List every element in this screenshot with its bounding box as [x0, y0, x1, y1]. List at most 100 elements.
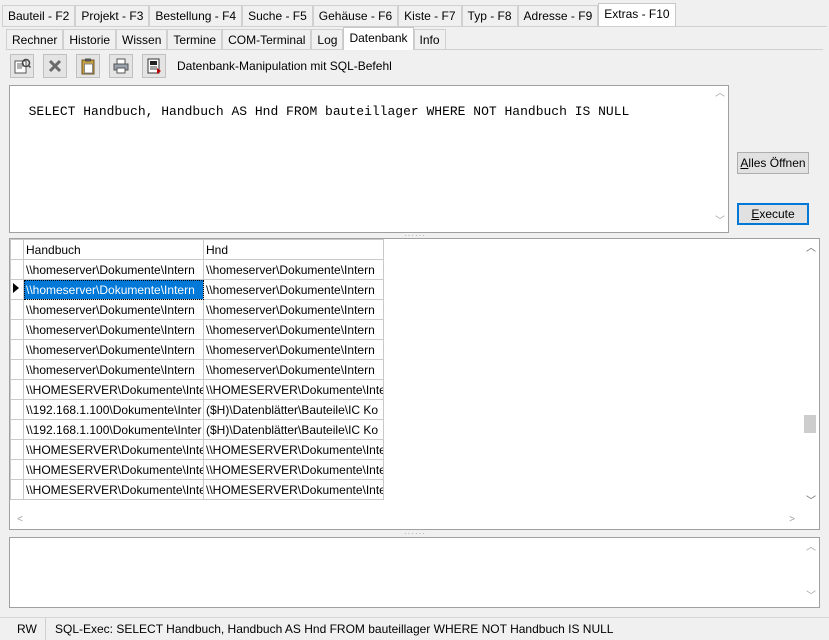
row-header[interactable]: [10, 259, 24, 280]
scroll-down-icon[interactable]: ﹀: [803, 494, 819, 510]
subtab-termine[interactable]: Termine: [167, 29, 223, 50]
table-row[interactable]: \\homeserver\Dokumente\Intern \\homeserve…: [10, 359, 384, 380]
table-row[interactable]: \\192.168.1.100\Dokumente\Inter ($H)\Date…: [10, 399, 384, 420]
subtab-log[interactable]: Log: [311, 29, 344, 50]
splitter-handle[interactable]: ······: [400, 232, 430, 240]
cell-handbuch[interactable]: \\HOMESERVER\Dokumente\Inte: [23, 439, 204, 460]
subtab-info[interactable]: Info: [413, 29, 446, 50]
cell-hnd[interactable]: \\HOMESERVER\Dokumente\Inte: [203, 479, 384, 500]
result-grid[interactable]: Handbuch Hnd \\homeserver\Dokumente\Inte…: [9, 238, 820, 530]
cell-handbuch[interactable]: \\homeserver\Dokumente\Intern: [23, 319, 204, 340]
row-header[interactable]: [10, 299, 24, 320]
tab-adresse-f9[interactable]: Adresse - F9: [517, 5, 599, 26]
cell-handbuch[interactable]: \\HOMESERVER\Dokumente\Inte: [23, 379, 204, 400]
row-header[interactable]: [10, 419, 24, 440]
export-button[interactable]: [142, 54, 166, 78]
open-all-label: lles Öffnen: [748, 156, 806, 170]
table-row[interactable]: \\homeserver\Dokumente\Intern \\homeserve…: [10, 319, 384, 340]
splitter-handle-lower[interactable]: ······: [400, 530, 430, 538]
cell-handbuch[interactable]: \\homeserver\Dokumente\Intern: [23, 279, 204, 300]
clipboard-icon: [81, 58, 95, 75]
column-header-handbuch[interactable]: Handbuch: [23, 239, 204, 260]
open-query-icon: [14, 58, 31, 74]
cell-handbuch[interactable]: \\homeserver\Dokumente\Intern: [23, 299, 204, 320]
row-header[interactable]: [10, 339, 24, 360]
subtab-wissen[interactable]: Wissen: [116, 29, 168, 50]
cell-handbuch[interactable]: \\homeserver\Dokumente\Intern: [23, 359, 204, 380]
print-button[interactable]: [109, 54, 133, 78]
cell-handbuch[interactable]: \\192.168.1.100\Dokumente\Inter: [23, 399, 204, 420]
table-row[interactable]: \\homeserver\Dokumente\Intern \\homeserve…: [10, 279, 384, 300]
sub-tab-strip: Rechner Historie Wissen Termine COM-Terminal…: [6, 27, 446, 50]
cell-hnd[interactable]: \\homeserver\Dokumente\Intern: [203, 279, 384, 300]
cell-hnd[interactable]: ($H)\Datenblätter\Bauteile\IC Ko: [203, 399, 384, 420]
table-row[interactable]: \\HOMESERVER\Dokumente\Inte \\HOMESERVER\…: [10, 479, 384, 500]
cell-handbuch[interactable]: \\HOMESERVER\Dokumente\Inte: [23, 459, 204, 480]
scroll-down-icon[interactable]: ﹀: [712, 215, 728, 231]
tab-extras-f10[interactable]: Extras - F10: [598, 3, 676, 26]
row-header[interactable]: [10, 439, 24, 460]
tab-kiste-f7[interactable]: Kiste - F7: [398, 5, 462, 26]
tab-geh-use-f6[interactable]: Gehäuse - F6: [312, 5, 399, 26]
row-header[interactable]: [10, 359, 24, 380]
scroll-down-icon[interactable]: ﹀: [803, 589, 819, 605]
row-header[interactable]: [10, 279, 24, 300]
table-row[interactable]: \\homeserver\Dokumente\Intern \\homeserve…: [10, 339, 384, 360]
scroll-right-icon[interactable]: >: [784, 512, 800, 528]
subtab-divider: [6, 49, 823, 50]
scroll-left-icon[interactable]: <: [12, 512, 28, 528]
clipboard-button[interactable]: [76, 54, 100, 78]
delete-button[interactable]: [43, 54, 67, 78]
scrollbar-thumb[interactable]: [804, 415, 816, 433]
tab-typ-f8[interactable]: Typ - F8: [461, 5, 518, 26]
column-header-hnd[interactable]: Hnd: [203, 239, 384, 260]
row-header[interactable]: [10, 399, 24, 420]
row-header[interactable]: [10, 379, 24, 400]
cell-hnd[interactable]: ($H)\Datenblätter\Bauteile\IC Ko: [203, 419, 384, 440]
grid-horizontal-scrollbar[interactable]: < >: [10, 512, 802, 529]
table-row[interactable]: \\HOMESERVER\Dokumente\Inte \\HOMESERVER\…: [10, 439, 384, 460]
row-header[interactable]: [10, 479, 24, 500]
grid-vertical-scrollbar[interactable]: ︿ ﹀: [803, 239, 819, 512]
subtab-com-terminal[interactable]: COM-Terminal: [222, 29, 312, 50]
open-query-button[interactable]: [10, 54, 34, 78]
cell-handbuch[interactable]: \\192.168.1.100\Dokumente\Inter: [23, 419, 204, 440]
result-table: Handbuch Hnd \\homeserver\Dokumente\Inte…: [10, 239, 384, 500]
tab-bauteil-f2[interactable]: Bauteil - F2: [2, 5, 76, 26]
cell-hnd[interactable]: \\HOMESERVER\Dokumente\Inte: [203, 459, 384, 480]
table-row[interactable]: \\HOMESERVER\Dokumente\Inte \\HOMESERVER\…: [10, 379, 384, 400]
grid-header-row: Handbuch Hnd: [10, 239, 384, 260]
cell-hnd[interactable]: \\homeserver\Dokumente\Intern: [203, 299, 384, 320]
execute-button[interactable]: Execute: [737, 203, 809, 225]
tab-bestellung-f4[interactable]: Bestellung - F4: [149, 5, 243, 26]
cell-hnd[interactable]: \\HOMESERVER\Dokumente\Inte: [203, 379, 384, 400]
row-header[interactable]: [10, 459, 24, 480]
open-all-button[interactable]: Alles Öffnen: [737, 152, 809, 174]
cell-hnd[interactable]: \\homeserver\Dokumente\Intern: [203, 259, 384, 280]
table-row[interactable]: \\192.168.1.100\Dokumente\Inter ($H)\Date…: [10, 419, 384, 440]
subtab-rechner[interactable]: Rechner: [6, 29, 64, 50]
row-header[interactable]: [10, 319, 24, 340]
cell-hnd[interactable]: \\homeserver\Dokumente\Intern: [203, 359, 384, 380]
table-row[interactable]: \\homeserver\Dokumente\Intern \\homeserve…: [10, 259, 384, 280]
sql-query-input[interactable]: SELECT Handbuch, Handbuch AS Hnd FROM ba…: [9, 85, 729, 233]
cell-handbuch[interactable]: \\HOMESERVER\Dokumente\Inte: [23, 479, 204, 500]
table-row[interactable]: \\homeserver\Dokumente\Intern \\homeserve…: [10, 299, 384, 320]
cell-hnd[interactable]: \\homeserver\Dokumente\Intern: [203, 319, 384, 340]
status-message: SQL-Exec: SELECT Handbuch, Handbuch AS H…: [55, 622, 614, 636]
tab-projekt-f3[interactable]: Projekt - F3: [75, 5, 150, 26]
output-vertical-scrollbar[interactable]: ︿ ﹀: [803, 538, 819, 607]
cell-hnd[interactable]: \\HOMESERVER\Dokumente\Inte: [203, 439, 384, 460]
table-row[interactable]: \\HOMESERVER\Dokumente\Inte \\HOMESERVER\…: [10, 459, 384, 480]
sql-vertical-scrollbar[interactable]: ︿ ﹀: [712, 86, 728, 232]
scroll-up-icon[interactable]: ︿: [803, 540, 819, 556]
subtab-historie[interactable]: Historie: [63, 29, 117, 50]
scroll-up-icon[interactable]: ︿: [803, 241, 819, 257]
subtab-datenbank[interactable]: Datenbank: [343, 27, 414, 50]
cell-handbuch[interactable]: \\homeserver\Dokumente\Intern: [23, 339, 204, 360]
tab-suche-f5[interactable]: Suche - F5: [242, 5, 313, 26]
output-area[interactable]: ︿ ﹀: [9, 537, 820, 608]
cell-handbuch[interactable]: \\homeserver\Dokumente\Intern: [23, 259, 204, 280]
scroll-up-icon[interactable]: ︿: [712, 87, 728, 103]
cell-hnd[interactable]: \\homeserver\Dokumente\Intern: [203, 339, 384, 360]
